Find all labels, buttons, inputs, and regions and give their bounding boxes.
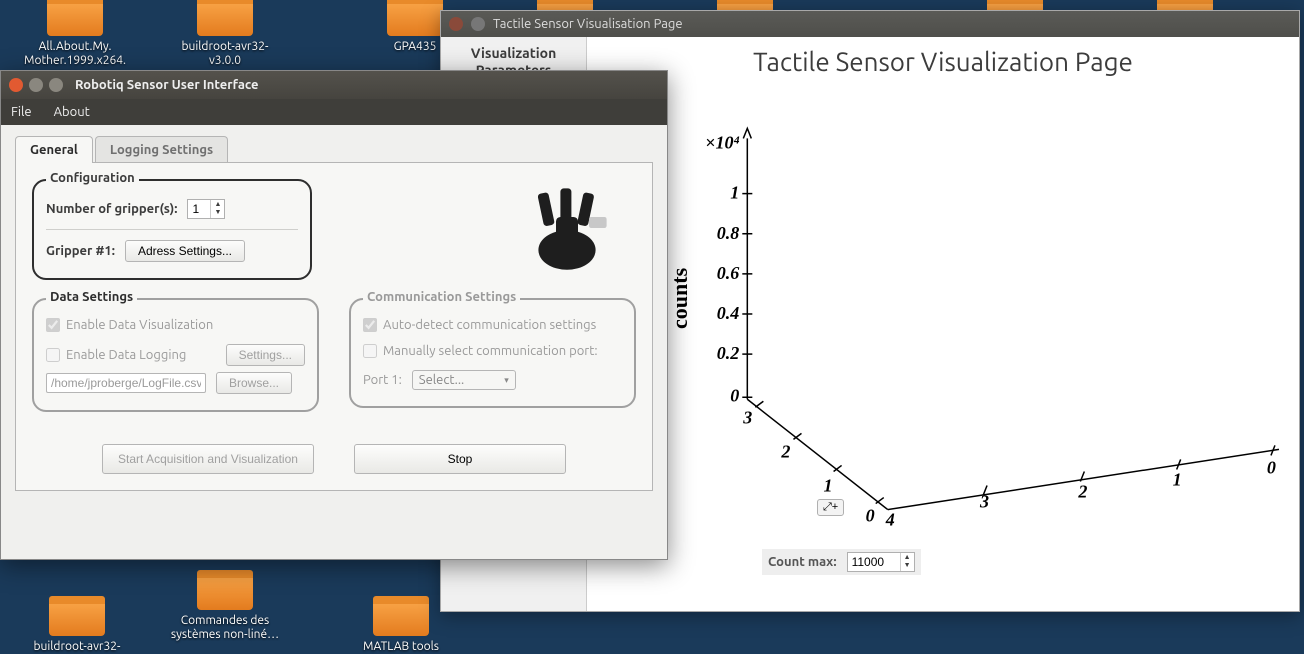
close-icon[interactable] [449, 17, 463, 31]
folder-icon [49, 596, 105, 636]
maximize-icon[interactable] [49, 78, 63, 92]
svg-text:2: 2 [780, 441, 790, 461]
data-settings-legend: Data Settings [46, 290, 137, 304]
plot-3d[interactable]: ×10⁴ 1 0.8 0.6 0.4 0.2 0 [647, 97, 1289, 541]
svg-text:0.8: 0.8 [717, 223, 740, 243]
svg-text:0: 0 [866, 506, 875, 526]
num-grippers-input[interactable]: ▲▼ [187, 199, 225, 219]
chevron-up-icon[interactable]: ▲ [211, 200, 224, 208]
count-max-label: Count max: [768, 555, 837, 569]
svg-text:0: 0 [730, 385, 739, 405]
svg-text:0.4: 0.4 [717, 303, 740, 323]
data-settings-group: Data Settings Enable Data Visualization … [32, 298, 319, 412]
stop-button[interactable]: Stop [354, 444, 566, 474]
folder-icon [197, 570, 253, 610]
close-icon[interactable] [9, 78, 23, 92]
autodetect-checkbox[interactable]: Auto-detect communication settings [363, 318, 596, 332]
minimize-icon[interactable] [471, 17, 485, 31]
count-max-row: Count max: ▲▼ [762, 549, 921, 575]
logfile-path-input[interactable] [46, 373, 206, 393]
communication-settings-group: Communication Settings Auto-detect commu… [349, 298, 636, 408]
port1-select[interactable]: Select... ▾ [412, 370, 516, 390]
chevron-up-icon[interactable]: ▲ [901, 553, 914, 561]
address-settings-button[interactable]: Adress Settings... [125, 240, 245, 262]
tab-general[interactable]: General [15, 136, 93, 163]
desktop-folder[interactable]: buildroot-avr32- [22, 596, 132, 654]
rw-titlebar[interactable]: Robotiq Sensor User Interface [1, 71, 667, 99]
minimize-icon[interactable] [29, 78, 43, 92]
desktop-label: Commandes dessystèmes non-liné… [170, 614, 280, 643]
folder-icon [373, 596, 429, 636]
viz-titlebar[interactable]: Tactile Sensor Visualisation Page [441, 11, 1299, 37]
chevron-down-icon[interactable]: ▼ [901, 561, 914, 569]
chevron-down-icon[interactable]: ▼ [211, 208, 224, 216]
configuration-legend: Configuration [46, 171, 139, 185]
svg-text:0.2: 0.2 [717, 343, 740, 363]
svg-text:counts: counts [667, 267, 692, 329]
num-grippers-label: Number of gripper(s): [46, 202, 177, 216]
viz-title-text: Tactile Sensor Visualisation Page [493, 17, 683, 31]
configuration-group: Configuration Number of gripper(s): ▲▼ G… [32, 179, 312, 280]
svg-text:1: 1 [1173, 470, 1182, 490]
enable-visualization-checkbox[interactable]: Enable Data Visualization [46, 318, 213, 332]
rw-title: Robotiq Sensor User Interface [75, 78, 259, 92]
manual-port-checkbox[interactable]: Manually select communication port: [363, 344, 598, 358]
logging-settings-button[interactable]: Settings... [226, 344, 305, 366]
zoom-in-button[interactable]: ⤢+ [817, 499, 844, 516]
svg-text:0.6: 0.6 [717, 263, 741, 283]
port1-label: Port 1: [363, 373, 402, 387]
svg-text:0: 0 [1267, 457, 1276, 477]
svg-text:4: 4 [885, 510, 895, 530]
svg-text:2: 2 [1077, 482, 1087, 502]
start-acquisition-button[interactable]: Start Acquisition and Visualization [102, 444, 314, 474]
desktop-folder[interactable]: Commandes dessystèmes non-liné… [170, 570, 280, 643]
viz-main: Tactile Sensor Visualization Page ×10⁴ 1… [587, 37, 1299, 611]
enable-logging-checkbox[interactable]: Enable Data Logging [46, 348, 186, 362]
gripper1-label: Gripper #1: [46, 244, 115, 258]
browse-button[interactable]: Browse... [216, 372, 292, 394]
chevron-down-icon: ▾ [504, 375, 509, 386]
menu-file[interactable]: File [11, 105, 32, 119]
gripper-image [512, 173, 622, 283]
count-max-input[interactable]: ▲▼ [847, 552, 915, 572]
svg-text:1: 1 [730, 183, 739, 203]
tab-pane-general: Configuration Number of gripper(s): ▲▼ G… [15, 162, 653, 491]
desktop-label: buildroot-avr32- [22, 640, 132, 654]
communication-settings-legend: Communication Settings [363, 290, 520, 304]
folder-icon [197, 0, 253, 36]
svg-text:3: 3 [742, 407, 752, 427]
desktop-folder[interactable]: buildroot-avr32-v3.0.0 [170, 0, 280, 69]
menu-about[interactable]: About [54, 105, 90, 119]
svg-text:1: 1 [824, 476, 833, 496]
page-title: Tactile Sensor Visualization Page [587, 47, 1299, 76]
folder-icon [387, 0, 443, 36]
folder-icon [47, 0, 103, 36]
tab-bar: General Logging Settings [1, 125, 667, 162]
desktop-label: buildroot-avr32-v3.0.0 [170, 40, 280, 69]
menu-bar: File About [1, 99, 667, 125]
desktop-label: MATLAB tools [346, 640, 456, 654]
robotiq-window: Robotiq Sensor User Interface File About… [0, 70, 668, 560]
svg-text:×10⁴: ×10⁴ [705, 132, 740, 152]
tab-logging-settings[interactable]: Logging Settings [95, 136, 228, 163]
